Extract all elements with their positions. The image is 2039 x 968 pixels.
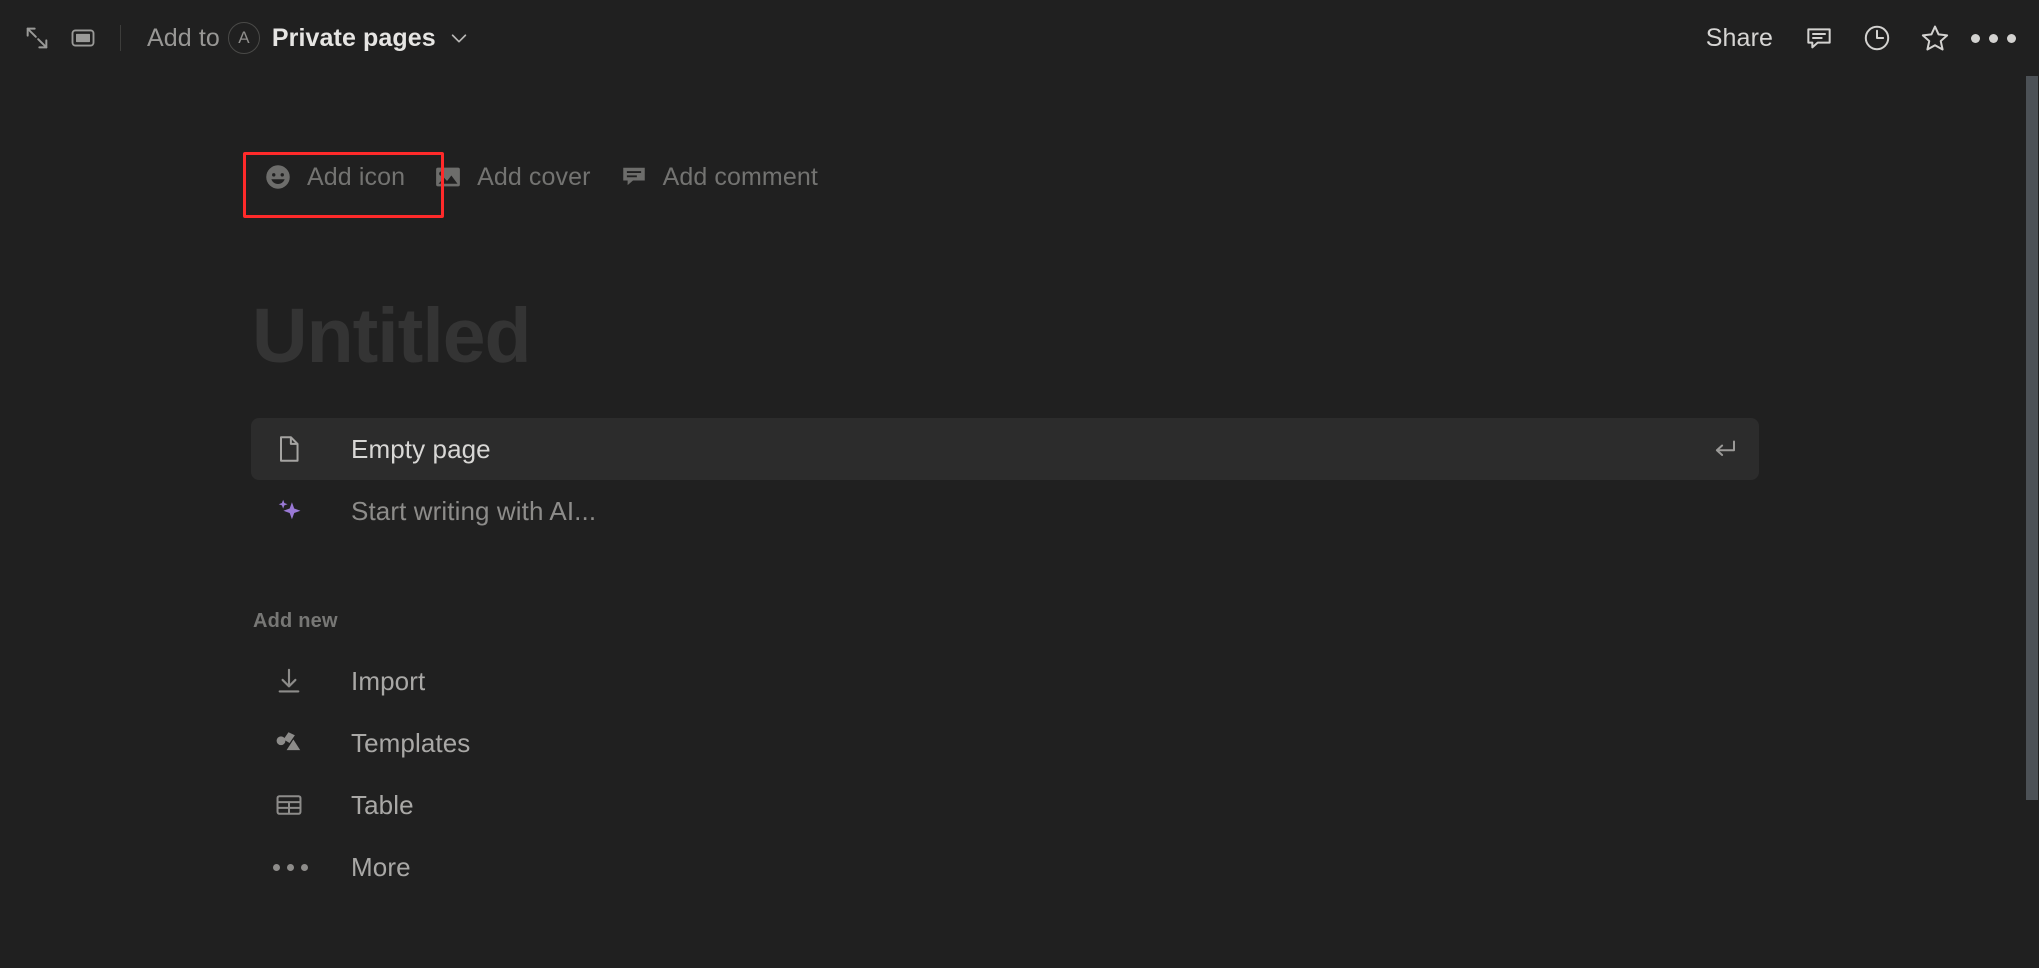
add-cover-button[interactable]: Add cover	[419, 152, 604, 202]
suggestion-start-writing-with-ai[interactable]: Start writing with AI...	[251, 480, 1759, 542]
breadcrumb-add-to-label: Add to	[147, 23, 220, 52]
clock-history-icon[interactable]	[1851, 15, 1903, 61]
avatar: A	[227, 22, 260, 54]
suggestion-label: Start writing with AI...	[351, 495, 597, 526]
add-new-item-more[interactable]: More	[251, 836, 1759, 898]
top-bar-left-controls: Add to A Private pages	[0, 15, 476, 61]
emoji-smiley-icon	[263, 162, 293, 192]
ai-sparkle-icon	[273, 495, 317, 527]
add-comment-button[interactable]: Add comment	[605, 152, 832, 202]
add-new-item-templates[interactable]: Templates	[251, 712, 1759, 774]
top-bar: Add to A Private pages Share	[0, 0, 2039, 76]
page-content: Add icon Add cover Add comment Untitled …	[0, 76, 2039, 968]
page-document-icon	[273, 433, 317, 465]
scrollbar-thumb[interactable]	[2026, 76, 2038, 800]
page-title[interactable]: Untitled	[252, 298, 532, 375]
expand-diagonal-icon[interactable]	[14, 15, 60, 61]
add-new-item-import[interactable]: Import	[251, 650, 1759, 712]
templates-shapes-icon	[273, 727, 317, 759]
image-icon	[433, 162, 463, 192]
suggestion-empty-page[interactable]: Empty page	[251, 418, 1759, 480]
add-new-item-label: Templates	[351, 727, 471, 758]
suggestion-list: Empty page Start writing with AI...	[251, 418, 1759, 542]
top-bar-right-controls: Share	[1692, 15, 2039, 61]
comment-icon[interactable]	[1793, 15, 1845, 61]
add-comment-label: Add comment	[662, 162, 818, 191]
star-icon[interactable]	[1909, 15, 1961, 61]
add-new-item-table[interactable]: Table	[251, 774, 1759, 836]
add-new-section-label: Add new	[253, 610, 338, 632]
page-action-row: Add icon Add cover Add comment	[249, 152, 832, 202]
chevron-down-icon[interactable]	[448, 27, 470, 49]
vertical-scrollbar[interactable]	[2026, 0, 2039, 968]
notion-page-window: Add to A Private pages Share Add icon Ad…	[0, 0, 2039, 968]
add-new-section: Add new Import Templates Table More	[251, 610, 1759, 898]
more-horizontal-icon	[273, 863, 317, 871]
table-grid-icon	[273, 789, 317, 821]
add-cover-label: Add cover	[477, 162, 591, 191]
sidebar-panel-icon[interactable]	[60, 15, 106, 61]
share-button[interactable]: Share	[1692, 16, 1787, 61]
add-new-item-label: Import	[351, 665, 426, 696]
breadcrumb[interactable]: Add to A Private pages	[137, 15, 476, 61]
comment-icon	[619, 162, 649, 192]
download-import-icon	[273, 665, 317, 697]
breadcrumb-title: Private pages	[271, 23, 436, 52]
add-new-item-label: More	[351, 851, 411, 882]
add-icon-label: Add icon	[307, 162, 406, 191]
suggestion-label: Empty page	[351, 433, 491, 464]
add-icon-button[interactable]: Add icon	[249, 152, 419, 202]
add-new-item-label: Table	[351, 789, 414, 820]
toolbar-divider	[120, 25, 121, 51]
enter-key-icon	[1709, 434, 1739, 464]
more-horizontal-icon[interactable]	[1967, 15, 2019, 61]
